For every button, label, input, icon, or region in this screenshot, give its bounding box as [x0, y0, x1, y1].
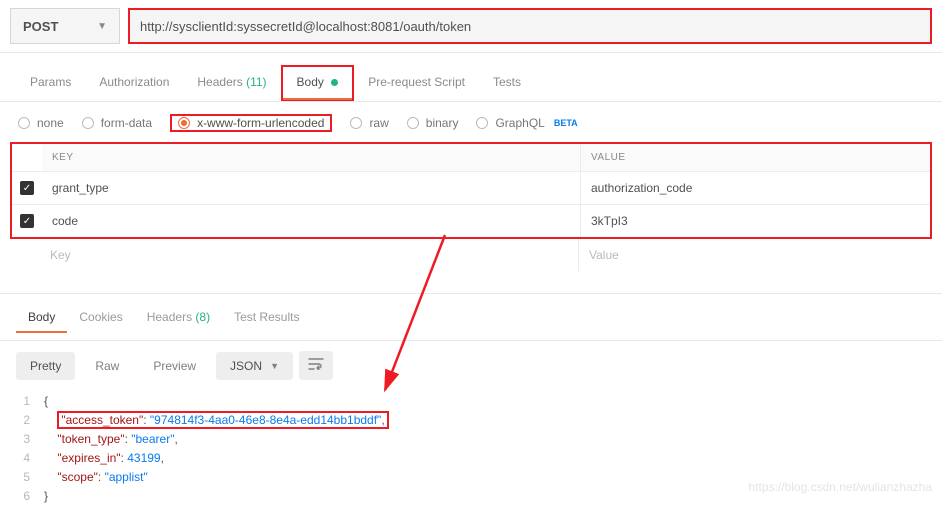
radio-icon	[18, 117, 30, 129]
radio-binary[interactable]: binary	[407, 116, 459, 130]
format-select[interactable]: JSON ▼	[216, 352, 293, 380]
radio-urlencoded[interactable]: x-www-form-urlencoded	[178, 116, 324, 130]
table-row: ✓ grant_type authorization_code	[12, 172, 930, 205]
radio-icon	[350, 117, 362, 129]
tab-headers[interactable]: Headers (11)	[183, 67, 280, 99]
tab-body[interactable]: Body	[283, 67, 353, 99]
kv-header-row: KEY VALUE	[12, 144, 930, 172]
wrap-icon	[308, 358, 324, 370]
resp-tab-tests[interactable]: Test Results	[222, 304, 311, 332]
radio-icon	[476, 117, 488, 129]
resp-tab-headers[interactable]: Headers (8)	[135, 304, 222, 332]
resp-tab-cookies[interactable]: Cookies	[67, 304, 134, 332]
wrap-button[interactable]	[299, 351, 333, 380]
request-tabs: Params Authorization Headers (11) Body P…	[0, 53, 942, 102]
row-checkbox[interactable]: ✓	[20, 214, 34, 228]
radio-icon	[407, 117, 419, 129]
pretty-button[interactable]: Pretty	[16, 352, 75, 380]
tab-tests[interactable]: Tests	[479, 67, 535, 99]
radio-formdata[interactable]: form-data	[82, 116, 152, 130]
radio-icon	[82, 117, 94, 129]
kv-key-cell[interactable]: grant_type	[42, 172, 580, 204]
preview-button[interactable]: Preview	[139, 352, 210, 380]
response-toolbar: Pretty Raw Preview JSON ▼	[0, 341, 942, 390]
kv-header-value: VALUE	[580, 144, 930, 171]
chevron-down-icon: ▼	[270, 361, 279, 371]
tab-authorization[interactable]: Authorization	[85, 67, 183, 99]
kv-key-cell[interactable]: code	[42, 205, 580, 237]
kv-value-placeholder[interactable]: Value	[578, 239, 932, 271]
radio-icon	[178, 117, 190, 129]
resp-tab-body[interactable]: Body	[16, 304, 67, 332]
method-label: POST	[23, 19, 58, 34]
kv-header-key: KEY	[42, 144, 580, 171]
kv-value-cell[interactable]: authorization_code	[580, 172, 930, 204]
kv-table: KEY VALUE ✓ grant_type authorization_cod…	[10, 142, 932, 239]
kv-empty-row[interactable]: Key Value	[10, 239, 932, 271]
response-tabs: Body Cookies Headers (8) Test Results	[0, 294, 942, 341]
radio-graphql[interactable]: GraphQLBETA	[476, 116, 577, 130]
radio-none[interactable]: none	[18, 116, 64, 130]
body-type-row: none form-data x-www-form-urlencoded raw…	[0, 102, 942, 142]
row-checkbox[interactable]: ✓	[20, 181, 34, 195]
radio-raw[interactable]: raw	[350, 116, 388, 130]
kv-key-placeholder[interactable]: Key	[40, 239, 578, 271]
chevron-down-icon: ▼	[97, 21, 107, 32]
kv-value-cell[interactable]: 3kTpI3	[580, 205, 930, 237]
table-row: ✓ code 3kTpI3	[12, 205, 930, 237]
tab-params[interactable]: Params	[16, 67, 85, 99]
tab-prerequest[interactable]: Pre-request Script	[354, 67, 479, 99]
raw-button[interactable]: Raw	[81, 352, 133, 380]
url-input[interactable]	[128, 8, 932, 44]
watermark: https://blog.csdn.net/wulianzhazha	[749, 480, 932, 494]
method-select[interactable]: POST ▼	[10, 8, 120, 44]
body-active-dot-icon	[331, 79, 338, 86]
